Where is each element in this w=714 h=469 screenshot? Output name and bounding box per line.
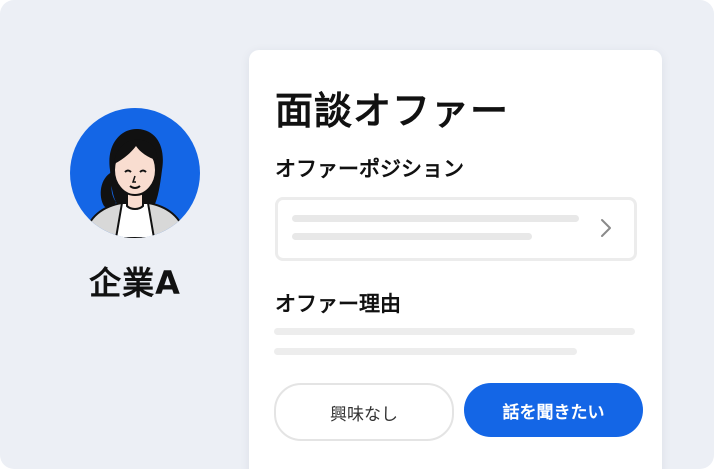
- card-title: 面談オファー: [275, 89, 510, 133]
- reason-placeholder-line-long: [274, 328, 635, 335]
- placeholder-line-short: [292, 233, 532, 240]
- placeholder-line-long: [292, 215, 579, 222]
- company-name: 企業A: [89, 264, 181, 302]
- company-avatar: [70, 108, 200, 238]
- chevron-right-icon: [600, 218, 612, 242]
- reason-placeholder-line-short: [274, 348, 577, 355]
- woman-avatar-icon: [82, 128, 188, 238]
- offer-position-select[interactable]: [275, 197, 637, 261]
- not-interested-button[interactable]: 興味なし: [274, 383, 454, 441]
- app-canvas: 企業A 面談オファー オファーポジション オファー理由 興味なし 話を聞きたい: [0, 0, 714, 469]
- want-to-hear-button[interactable]: 話を聞きたい: [464, 383, 643, 437]
- interview-offer-card: 面談オファー オファーポジション オファー理由 興味なし 話を聞きたい: [249, 50, 662, 469]
- offer-position-label: オファーポジション: [275, 157, 464, 181]
- offer-reason-label: オファー理由: [275, 292, 401, 316]
